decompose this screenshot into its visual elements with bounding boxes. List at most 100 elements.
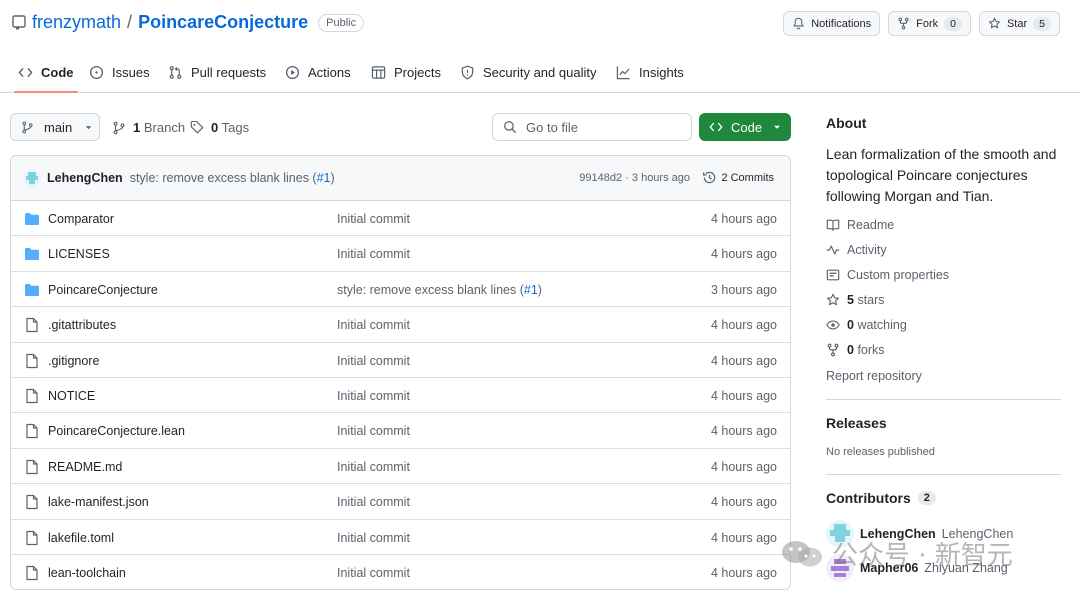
no-releases-text: No releases published: [826, 446, 935, 458]
tab-security[interactable]: Security and quality: [460, 52, 596, 92]
file-commit-time: 4 hours ago: [710, 247, 777, 262]
file-commit-text: Initial commit: [337, 212, 410, 226]
commit-hash-time[interactable]: 99148d2 · 3 hours ago: [579, 172, 690, 184]
file-commit-message[interactable]: Initial commit: [337, 566, 410, 580]
watching-link[interactable]: 0 watching: [826, 318, 907, 332]
file-commit-message[interactable]: Initial commit: [337, 318, 410, 332]
activity-link[interactable]: Activity: [826, 243, 887, 257]
commit-pr-link[interactable]: #1: [317, 171, 331, 185]
file-name-link[interactable]: lake-manifest.json: [48, 495, 149, 509]
file-commit-message[interactable]: Initial commit: [337, 247, 410, 261]
forks-count: 0: [847, 343, 854, 357]
custom-properties-link[interactable]: Custom properties: [826, 268, 949, 282]
file-row[interactable]: LICENSES Initial commit 4 hours ago: [11, 236, 790, 272]
file-row[interactable]: README.md Initial commit 4 hours ago: [11, 449, 790, 485]
file-name-link[interactable]: lakefile.toml: [48, 531, 114, 545]
code-icon: [709, 120, 723, 134]
tab-insights[interactable]: Insights: [616, 52, 684, 92]
tab-projects[interactable]: Projects: [371, 52, 441, 92]
search-icon: [503, 120, 517, 134]
star-count: 5: [1033, 16, 1051, 31]
file-name-link[interactable]: LICENSES: [48, 247, 110, 261]
repo-tabs: Code Issues Pull requests Actions Projec…: [0, 52, 1080, 93]
file-name-link[interactable]: .gitignore: [48, 354, 99, 368]
file-commit-text: style: remove excess blank lines (: [337, 282, 524, 297]
file-commit-message[interactable]: Initial commit: [337, 460, 410, 474]
commits-history-link[interactable]: 2 Commits: [702, 170, 774, 185]
file-commit-message[interactable]: Initial commit: [337, 424, 410, 438]
eye-icon: [826, 318, 840, 332]
forks-link[interactable]: 0 forks: [826, 343, 885, 357]
star-button[interactable]: Star 5: [978, 11, 1060, 36]
avatar[interactable]: [23, 169, 41, 187]
file-name-link[interactable]: PoincareConjecture.lean: [48, 424, 185, 438]
tab-security-label: Security and quality: [483, 64, 597, 80]
file-row[interactable]: PoincareConjecture style: remove excess b…: [11, 272, 790, 308]
fork-button[interactable]: Fork 0: [888, 11, 971, 36]
file-name-link[interactable]: README.md: [48, 460, 122, 474]
branches-link[interactable]: 1 Branch: [112, 120, 185, 135]
commit-author[interactable]: LehengChen: [47, 171, 123, 185]
file-row[interactable]: .gitignore Initial commit 4 hours ago: [11, 343, 790, 378]
file-commit-message[interactable]: style: remove excess blank lines (#1): [337, 283, 542, 297]
branch-selector[interactable]: main: [10, 113, 100, 141]
file-row[interactable]: NOTICE Initial commit 4 hours ago: [11, 378, 790, 414]
go-to-file-input[interactable]: Go to file: [492, 113, 692, 141]
file-name-link[interactable]: lean-toolchain: [48, 566, 126, 580]
file-row[interactable]: lean-toolchain Initial commit 4 hours ago: [11, 555, 790, 589]
issue-icon: [89, 65, 104, 80]
file-commit-message[interactable]: Initial commit: [337, 531, 410, 545]
tab-projects-label: Projects: [394, 64, 441, 80]
file-commit-text: Initial commit: [337, 424, 410, 439]
visibility-badge: Public: [318, 13, 365, 32]
file-commit-time: 4 hours ago: [710, 530, 777, 545]
tags-link[interactable]: 0 Tags: [190, 120, 249, 135]
file-row[interactable]: Comparator Initial commit 4 hours ago: [11, 201, 790, 237]
tab-actions-label: Actions: [308, 64, 351, 80]
tab-issues[interactable]: Issues: [89, 52, 150, 92]
file-commit-time: 4 hours ago: [710, 388, 777, 403]
file-icon: [24, 317, 40, 333]
file-name-link[interactable]: .gitattributes: [48, 318, 116, 332]
releases-heading[interactable]: Releases: [826, 415, 887, 431]
tab-pull-requests[interactable]: Pull requests: [168, 52, 266, 92]
contributors-heading[interactable]: Contributors 2: [826, 490, 936, 506]
file-commit-message[interactable]: Initial commit: [337, 212, 410, 226]
sidebar-divider: [826, 474, 1061, 475]
readme-link[interactable]: Readme: [826, 218, 894, 232]
file-commit-message[interactable]: Initial commit: [337, 389, 410, 403]
commit-message[interactable]: style: remove excess blank lines (#1): [130, 171, 335, 185]
custom-properties-label: Custom properties: [847, 268, 950, 282]
stars-link[interactable]: 5 stars: [826, 293, 885, 307]
file-name-link[interactable]: PoincareConjecture: [48, 283, 158, 297]
tab-pull-requests-label: Pull requests: [191, 64, 267, 80]
fork-icon: [897, 17, 910, 30]
file-row[interactable]: lakefile.toml Initial commit 4 hours ago: [11, 520, 790, 555]
watching-count: 0: [847, 318, 854, 332]
file-commit-time: 4 hours ago: [710, 212, 777, 226]
file-commit-pr-link[interactable]: #1: [524, 283, 538, 297]
notifications-button[interactable]: Notifications: [783, 11, 881, 36]
file-row[interactable]: PoincareConjecture.lean Initial commit 4 h…: [11, 413, 790, 449]
file-commit-text: Initial commit: [337, 495, 410, 510]
file-row[interactable]: .gitattributes Initial commit 4 hours ago: [11, 307, 790, 343]
report-repository-link[interactable]: Report repository: [826, 369, 922, 383]
repo-name-link[interactable]: PoincareConjecture: [138, 12, 308, 33]
tab-code[interactable]: Code: [14, 52, 77, 93]
tag-icon: [190, 120, 204, 135]
code-dropdown-button[interactable]: Code: [699, 113, 791, 141]
tab-actions[interactable]: Actions: [285, 52, 351, 92]
owner-link[interactable]: frenzymath: [32, 12, 121, 33]
stars-count: 5: [847, 293, 854, 307]
star-icon: [826, 293, 840, 307]
file-name-link[interactable]: Comparator: [48, 212, 114, 226]
folder-icon: [24, 282, 40, 298]
file-row[interactable]: lake-manifest.json Initial commit 4 hours …: [11, 484, 790, 520]
watermark: 公众号 · 新智元: [780, 535, 1013, 572]
file-name-link[interactable]: NOTICE: [48, 389, 95, 403]
file-commit-message[interactable]: Initial commit: [337, 354, 410, 368]
chevron-down-icon: [82, 121, 95, 134]
file-commit-message[interactable]: Initial commit: [337, 495, 410, 509]
tag-count: 0: [211, 120, 219, 135]
commits-label: 2 Commits: [721, 171, 774, 184]
